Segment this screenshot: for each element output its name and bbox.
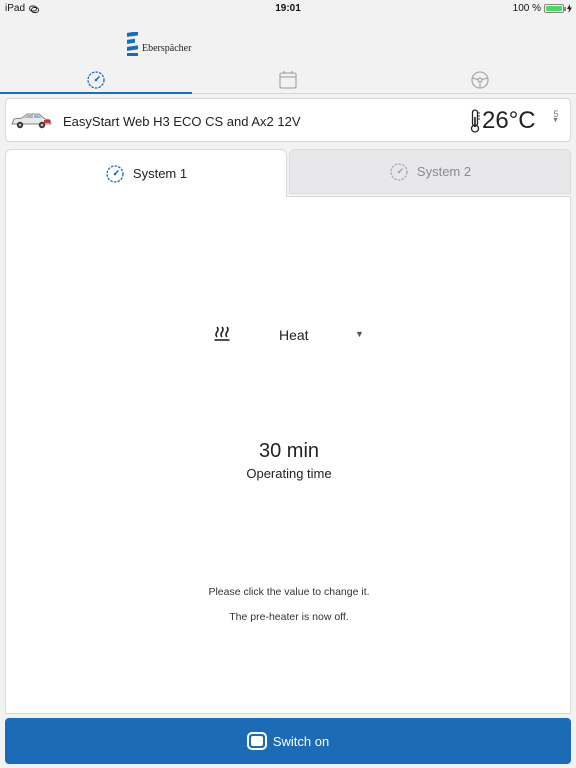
mode-selector[interactable]: Heat ▼ (6, 324, 572, 346)
eberspaecher-logo-icon (127, 32, 138, 56)
main-nav (0, 66, 576, 94)
tab-heater-control[interactable] (0, 66, 192, 94)
calendar-icon (279, 70, 297, 89)
switch-on-label: Switch on (272, 733, 330, 749)
dial-icon (87, 70, 105, 89)
status-text: The pre-heater is now off. (229, 611, 349, 623)
status-bar: iPad 19:01 100 % (0, 0, 576, 16)
temperature-display: 26°C (470, 107, 536, 135)
brand-name: Eberspächer (142, 42, 192, 54)
switch-icon (246, 732, 267, 750)
tab-calendar[interactable] (192, 66, 384, 93)
divider (287, 196, 571, 197)
device-name: EasyStart Web H3 ECO CS and Ax2 12V (63, 114, 301, 129)
battery-icon (544, 4, 566, 13)
operating-time-label: Operating time (246, 466, 332, 481)
charging-icon (567, 4, 572, 13)
tab-vehicle[interactable] (384, 66, 576, 93)
tab-system-2-label: System 2 (416, 164, 472, 179)
battery-percent: 100 % (512, 3, 541, 14)
mode-value: Heat (279, 327, 309, 343)
tab-system-1-label: System 1 (132, 166, 188, 181)
level-dropdown-icon[interactable]: ▼ (552, 117, 559, 124)
chevron-down-icon: ▼ (355, 329, 364, 339)
status-time: 19:01 (275, 3, 301, 14)
switch-on-button[interactable]: Switch on (5, 718, 571, 764)
steering-wheel-icon (471, 70, 489, 89)
temperature-value: 26°C (482, 107, 536, 134)
car-icon (11, 113, 52, 129)
status-right: 100 % (513, 3, 572, 14)
dial-icon (390, 162, 408, 181)
battery-fill (546, 6, 562, 11)
heat-icon (214, 326, 230, 341)
brand-logo: Eberspächer (126, 32, 191, 56)
hint-text: Please click the value to change it. (208, 586, 370, 598)
operating-time-value[interactable]: 30 min (6, 440, 572, 463)
device-selector[interactable]: EasyStart Web H3 ECO CS and Ax2 12V 26°C… (5, 98, 571, 142)
tab-system-1[interactable]: System 1 (5, 149, 287, 197)
thermometer-icon (470, 109, 480, 133)
system-panel: Heat ▼ 30 min Operating time Please clic… (5, 196, 571, 714)
dial-icon (106, 164, 124, 183)
tab-system-2[interactable]: System 2 (289, 149, 571, 194)
app-header: Eberspächer (0, 16, 576, 94)
